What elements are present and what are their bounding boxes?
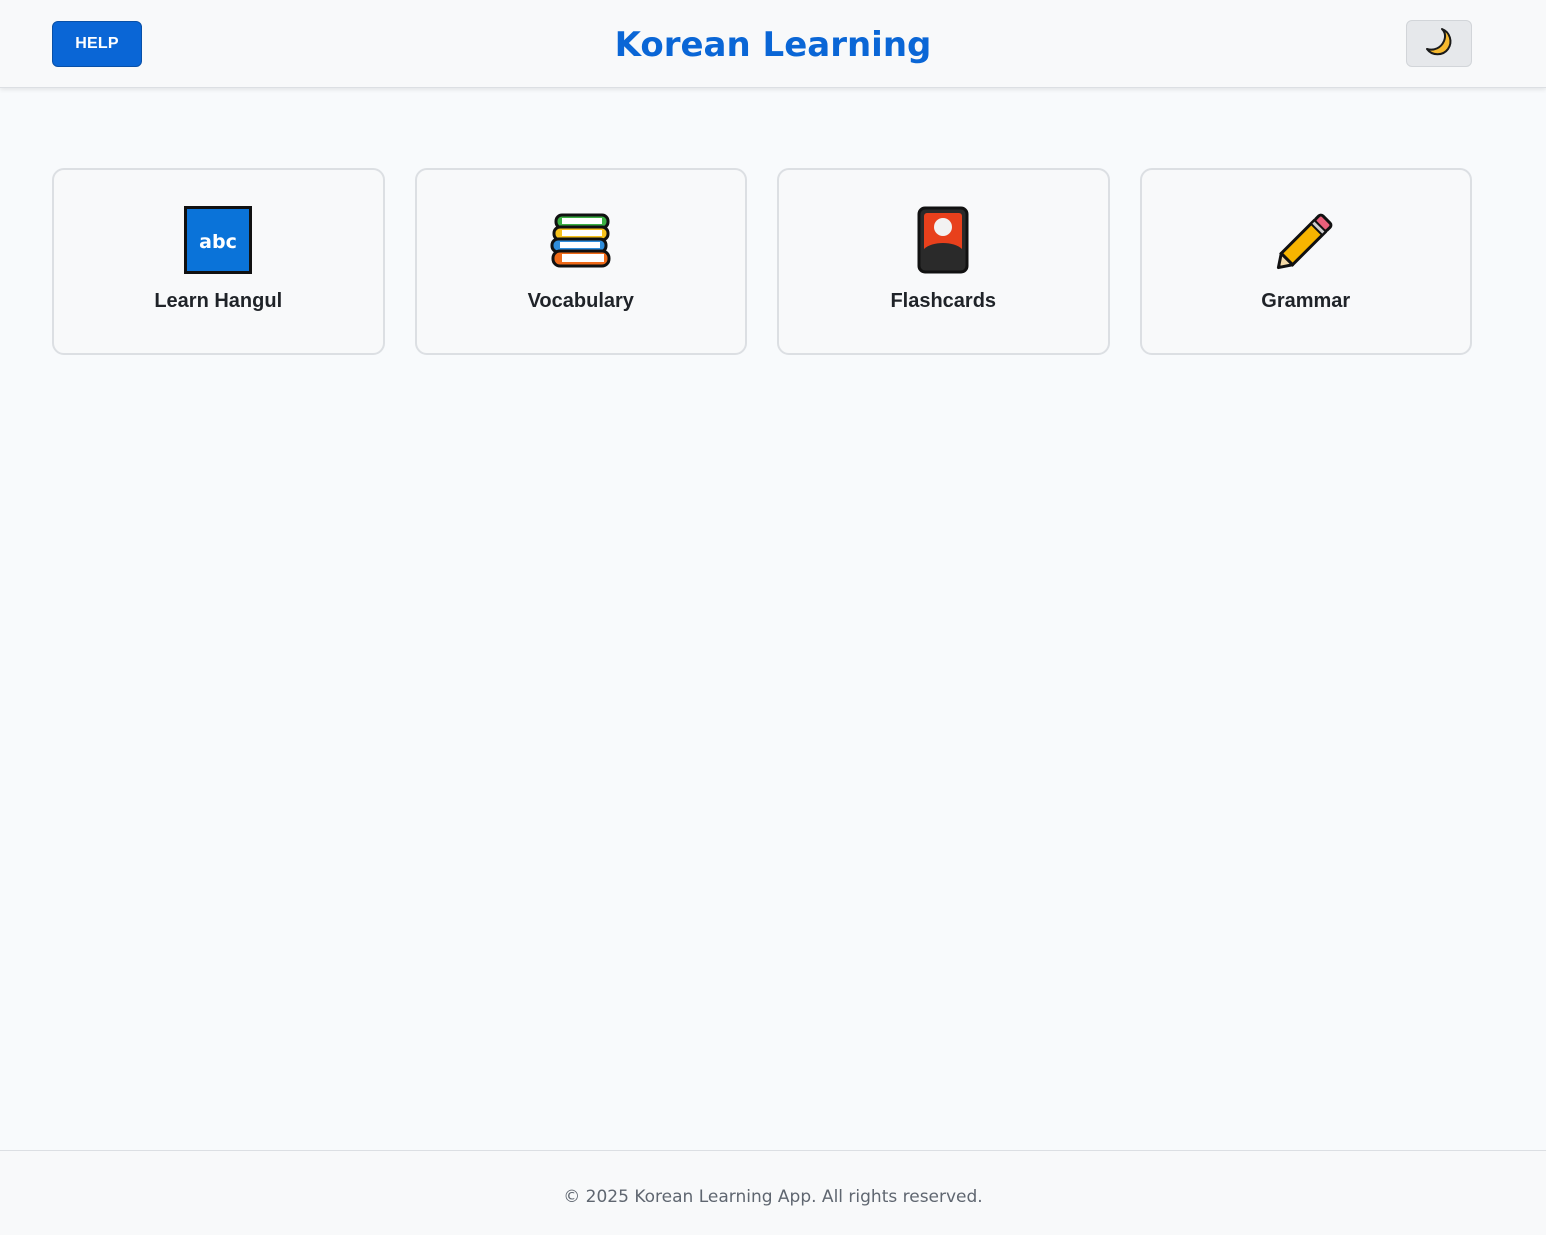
app-header: HELP Korean Learning	[0, 0, 1546, 88]
learn-hangul-label: Learn Hangul	[154, 290, 283, 312]
moon-icon	[1423, 26, 1455, 61]
abc-icon-text: abc	[199, 231, 237, 253]
flashcards-label: Flashcards	[890, 290, 997, 312]
page-title: Korean Learning	[614, 25, 932, 65]
vocabulary-label: Vocabulary	[527, 290, 634, 312]
app-footer: © 2025 Korean Learning App. All rights r…	[0, 1150, 1546, 1235]
books-icon	[546, 205, 616, 275]
theme-toggle-button[interactable]	[1406, 20, 1472, 67]
pencil-icon	[1271, 205, 1341, 275]
menu-cards: abc Learn Hangul Vocabulary Flashcards G…	[52, 168, 1472, 355]
learn-hangul-card[interactable]: abc Learn Hangul	[52, 168, 385, 355]
abc-icon: abc	[183, 205, 253, 275]
flashcards-card[interactable]: Flashcards	[777, 168, 1110, 355]
flashcard-icon	[908, 205, 978, 275]
grammar-card[interactable]: Grammar	[1139, 168, 1472, 355]
copyright-text: © 2025 Korean Learning App. All rights r…	[563, 1186, 983, 1207]
grammar-label: Grammar	[1261, 290, 1351, 312]
vocabulary-card[interactable]: Vocabulary	[414, 168, 747, 355]
app-page: HELP Korean Learning abc Learn Hangul Vo…	[0, 0, 1546, 1235]
